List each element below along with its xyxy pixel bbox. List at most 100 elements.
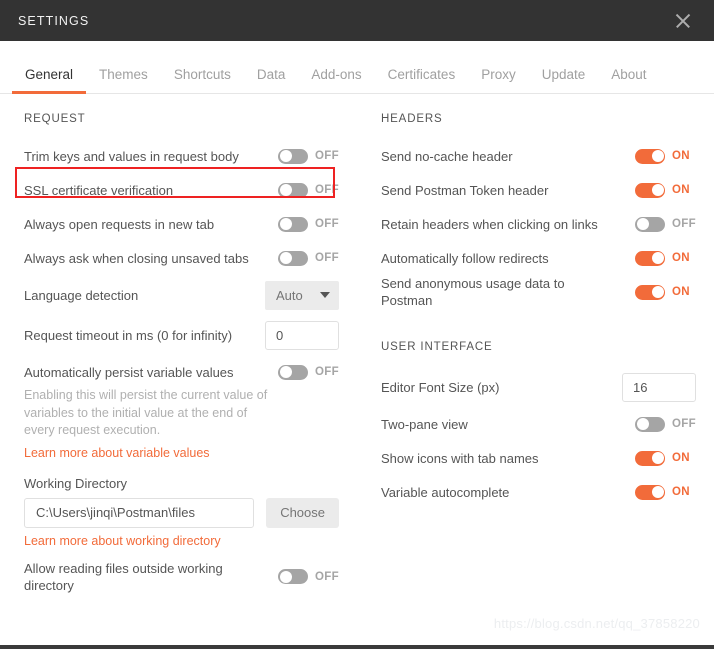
toggle-state-label: ON (672, 252, 696, 264)
setting-label: Always ask when closing unsaved tabs (24, 250, 257, 267)
tab-shortcuts[interactable]: Shortcuts (161, 67, 244, 93)
setting-label: Show icons with tab names (381, 450, 547, 467)
watermark-text: https://blog.csdn.net/qq_37858220 (494, 616, 700, 631)
toggle-ask-closing-tabs[interactable]: OFF (278, 251, 339, 266)
toggle-state-label: OFF (672, 218, 696, 230)
tab-data[interactable]: Data (244, 67, 299, 93)
page-title: SETTINGS (18, 14, 89, 28)
persist-variables-description: Enabling this will persist the current v… (24, 387, 269, 440)
headers-section-title: HEADERS (381, 113, 696, 125)
toggle-state-label: ON (672, 150, 696, 162)
setting-label: Variable autocomplete (381, 484, 517, 501)
setting-label: Send anonymous usage data to Postman (381, 275, 614, 309)
setting-row-retain-headers: Retain headers when clicking on links OF… (381, 207, 696, 241)
chevron-down-icon (320, 292, 330, 298)
toggle-switch-icon (635, 149, 665, 164)
setting-label: Language detection (24, 287, 146, 304)
toggle-switch-icon (278, 251, 308, 266)
setting-row-trim-keys: Trim keys and values in request body OFF (24, 139, 339, 173)
working-directory-row: C:\Users\jinqi\Postman\files Choose (24, 498, 339, 528)
setting-row-persist-variables: Automatically persist variable values OF… (24, 355, 339, 389)
setting-label: Automatically persist variable values (24, 364, 242, 381)
working-directory-label: Working Directory (24, 476, 339, 491)
toggle-allow-outside-files[interactable]: OFF (278, 569, 339, 584)
setting-row-show-icons: Show icons with tab names ON (381, 441, 696, 475)
setting-label: Send no-cache header (381, 148, 521, 165)
setting-row-ssl-verification: SSL certificate verification OFF (24, 173, 339, 207)
toggle-state-label: OFF (315, 184, 339, 196)
request-timeout-input[interactable]: 0 (265, 321, 339, 350)
setting-label: Automatically follow redirects (381, 250, 557, 267)
setting-row-language-detection: Language detection Auto (24, 275, 339, 315)
toggle-state-label: OFF (315, 252, 339, 264)
setting-label: Request timeout in ms (0 for infinity) (24, 327, 240, 344)
toggle-switch-icon (635, 251, 665, 266)
setting-label: SSL certificate verification (24, 182, 181, 199)
setting-row-open-new-tab: Always open requests in new tab OFF (24, 207, 339, 241)
setting-row-no-cache: Send no-cache header ON (381, 139, 696, 173)
toggle-switch-icon (278, 217, 308, 232)
tab-general[interactable]: General (12, 67, 86, 93)
toggle-persist-variables[interactable]: OFF (278, 365, 339, 380)
choose-button[interactable]: Choose (266, 498, 339, 528)
toggle-switch-icon (635, 417, 665, 432)
setting-label: Allow reading files outside working dire… (24, 560, 242, 594)
tab-proxy[interactable]: Proxy (468, 67, 529, 93)
setting-label: Retain headers when clicking on links (381, 216, 606, 233)
toggle-switch-icon (635, 451, 665, 466)
toggle-state-label: OFF (315, 366, 339, 378)
toggle-switch-icon (635, 217, 665, 232)
close-icon[interactable] (670, 8, 696, 34)
working-directory-input[interactable]: C:\Users\jinqi\Postman\files (24, 498, 254, 528)
language-detection-select[interactable]: Auto (265, 281, 339, 310)
settings-content: REQUEST Trim keys and values in request … (0, 94, 714, 594)
select-value: Auto (276, 288, 303, 303)
toggle-switch-icon (635, 183, 665, 198)
request-column: REQUEST Trim keys and values in request … (0, 110, 357, 594)
toggle-switch-icon (278, 365, 308, 380)
toggle-follow-redirects[interactable]: ON (635, 251, 696, 266)
setting-label: Editor Font Size (px) (381, 379, 508, 396)
toggle-variable-autocomplete[interactable]: ON (635, 485, 696, 500)
toggle-state-label: OFF (315, 150, 339, 162)
toggle-switch-icon (278, 569, 308, 584)
toggle-switch-icon (278, 149, 308, 164)
setting-row-follow-redirects: Automatically follow redirects ON (381, 241, 696, 275)
toggle-state-label: ON (672, 452, 696, 464)
toggle-state-label: ON (672, 286, 696, 298)
setting-label: Trim keys and values in request body (24, 148, 247, 165)
toggle-switch-icon (635, 485, 665, 500)
toggle-show-icons[interactable]: ON (635, 451, 696, 466)
setting-row-two-pane-view: Two-pane view OFF (381, 407, 696, 441)
footer-bar (0, 645, 714, 649)
toggle-retain-headers[interactable]: OFF (635, 217, 696, 232)
toggle-state-label: OFF (315, 218, 339, 230)
tab-certificates[interactable]: Certificates (375, 67, 469, 93)
setting-row-allow-outside-files: Allow reading files outside working dire… (24, 560, 339, 594)
toggle-state-label: OFF (315, 571, 339, 583)
toggle-no-cache[interactable]: ON (635, 149, 696, 164)
toggle-open-new-tab[interactable]: OFF (278, 217, 339, 232)
tab-add-ons[interactable]: Add-ons (298, 67, 374, 93)
toggle-ssl-verification[interactable]: OFF (278, 183, 339, 198)
toggle-switch-icon (635, 285, 665, 300)
setting-row-editor-font-size: Editor Font Size (px) 16 (381, 367, 696, 407)
toggle-state-label: ON (672, 486, 696, 498)
editor-font-size-input[interactable]: 16 (622, 373, 696, 402)
learn-more-variable-values-link[interactable]: Learn more about variable values (24, 446, 210, 460)
settings-tabbar: General Themes Shortcuts Data Add-ons Ce… (0, 41, 714, 94)
toggle-two-pane-view[interactable]: OFF (635, 417, 696, 432)
toggle-state-label: OFF (672, 418, 696, 430)
toggle-usage-data[interactable]: ON (635, 285, 696, 300)
setting-row-ask-closing-tabs: Always ask when closing unsaved tabs OFF (24, 241, 339, 275)
toggle-postman-token[interactable]: ON (635, 183, 696, 198)
toggle-trim-keys[interactable]: OFF (278, 149, 339, 164)
setting-label: Two-pane view (381, 416, 476, 433)
settings-titlebar: SETTINGS (0, 0, 714, 41)
tab-themes[interactable]: Themes (86, 67, 161, 93)
setting-label: Always open requests in new tab (24, 216, 222, 233)
tab-about[interactable]: About (598, 67, 659, 93)
setting-label: Send Postman Token header (381, 182, 556, 199)
tab-update[interactable]: Update (529, 67, 599, 93)
learn-more-working-directory-link[interactable]: Learn more about working directory (24, 534, 221, 548)
